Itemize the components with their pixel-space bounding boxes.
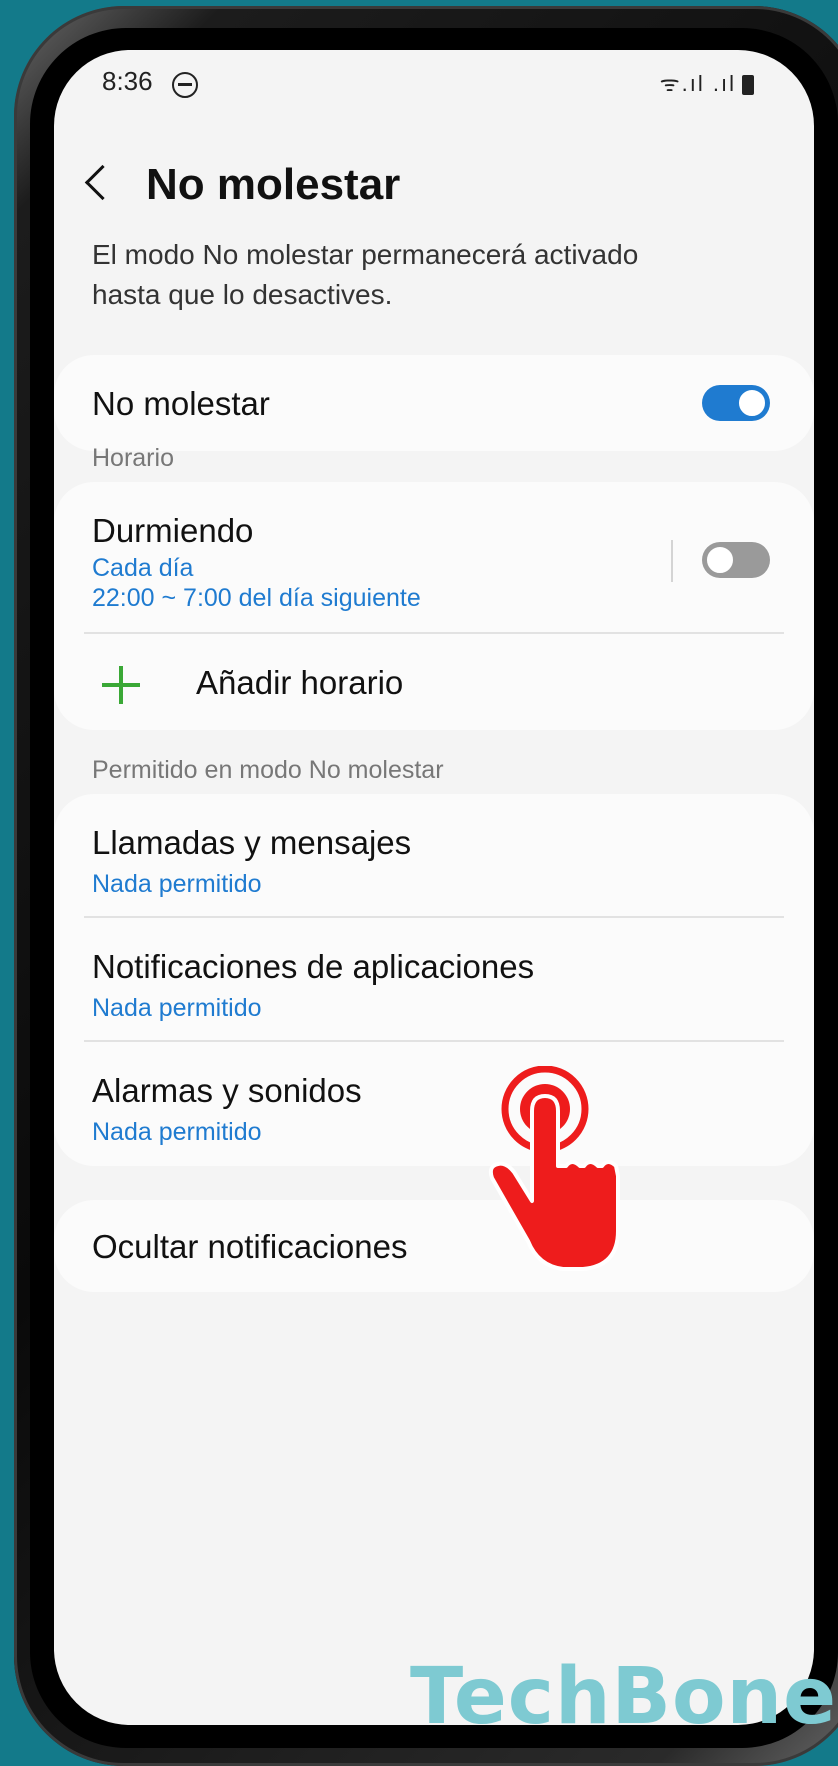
plus-icon (102, 666, 140, 704)
dnd-toggle-switch[interactable] (702, 385, 770, 421)
list-item-sub: Nada permitido (92, 870, 262, 898)
signal-icons: ᯤ.ıl .ıl (660, 68, 754, 98)
status-time: 8:36 (102, 66, 153, 96)
schedule-card: Durmiendo Cada día 22:00 ~ 7:00 del día … (54, 482, 814, 730)
list-item-title: Llamadas y mensajes (92, 824, 412, 861)
vertical-separator (671, 540, 673, 582)
screen: 8:36 ᯤ.ıl .ıl No molestar El modo No mol… (54, 50, 814, 1725)
schedule-title: Durmiendo (92, 512, 254, 549)
toggle-knob (736, 387, 768, 419)
list-item-sub: Nada permitido (92, 994, 262, 1022)
page-title: No molestar (146, 160, 401, 209)
divider (84, 632, 784, 634)
section-label-allowed: Permitido en modo No molestar (92, 756, 444, 784)
add-schedule-label: Añadir horario (196, 664, 404, 701)
dnd-status-icon (172, 72, 198, 98)
description: El modo No molestar permanecerá activado… (92, 239, 639, 310)
hide-notifications-card[interactable]: Ocultar notificaciones (54, 1200, 814, 1292)
schedule-days: Cada día (92, 554, 194, 582)
divider (84, 916, 784, 918)
schedule-time: 22:00 ~ 7:00 del día siguiente (92, 584, 421, 612)
list-item-title: Notificaciones de aplicaciones (92, 948, 535, 985)
list-item-sub: Nada permitido (92, 1118, 262, 1146)
allowed-card: Llamadas y mensajes Nada permitido Notif… (54, 794, 814, 1166)
toggle-knob (704, 544, 736, 576)
divider (84, 1040, 784, 1042)
list-item-title: Alarmas y sonidos (92, 1072, 362, 1109)
tap-hand-icon (488, 1066, 620, 1271)
schedule-toggle-switch[interactable] (702, 542, 770, 578)
section-label-schedule: Horario (92, 444, 174, 472)
battery-icon (742, 75, 754, 96)
dnd-toggle-card[interactable]: No molestar (54, 355, 814, 451)
back-icon[interactable] (84, 164, 121, 201)
hide-notifications-label: Ocultar notificaciones (92, 1228, 408, 1265)
dnd-toggle-label: No molestar (92, 385, 270, 422)
status-bar: 8:36 ᯤ.ıl .ıl (102, 58, 754, 108)
wifi-signal-icon: ᯤ.ıl .ıl (659, 71, 736, 96)
